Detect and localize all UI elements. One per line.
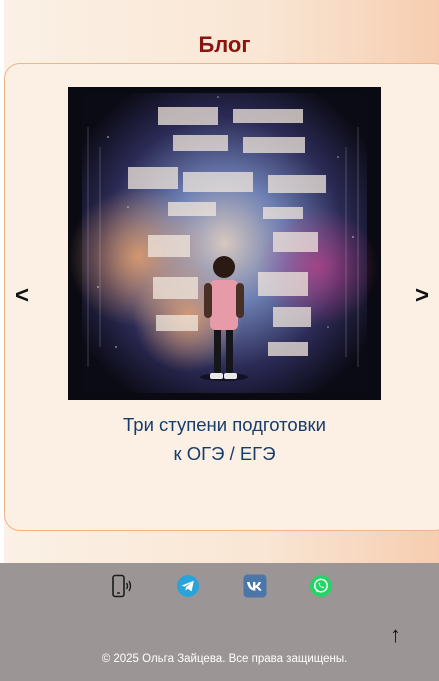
whatsapp-icon[interactable] (309, 574, 333, 598)
copyright-text: © 2025 Ольга Зайцева. Все права защищены… (101, 653, 348, 665)
vk-icon[interactable] (243, 574, 267, 598)
phone-icon[interactable] (109, 574, 133, 598)
carousel-prev-button[interactable]: < (15, 282, 29, 310)
blog-post-title-line1: Три ступени подготовки (123, 414, 326, 435)
blog-post-title[interactable]: Три ступени подготовки к ОГЭ / ЕГЭ (68, 410, 381, 468)
back-to-top-button[interactable]: ↑ (390, 622, 401, 648)
carousel-next-button[interactable]: > (415, 282, 429, 310)
blog-post-title-line2: к ОГЭ / ЕГЭ (173, 443, 276, 464)
blog-post-image[interactable] (68, 87, 381, 400)
telegram-icon[interactable] (176, 574, 200, 598)
page-title: Блог (198, 32, 251, 57)
